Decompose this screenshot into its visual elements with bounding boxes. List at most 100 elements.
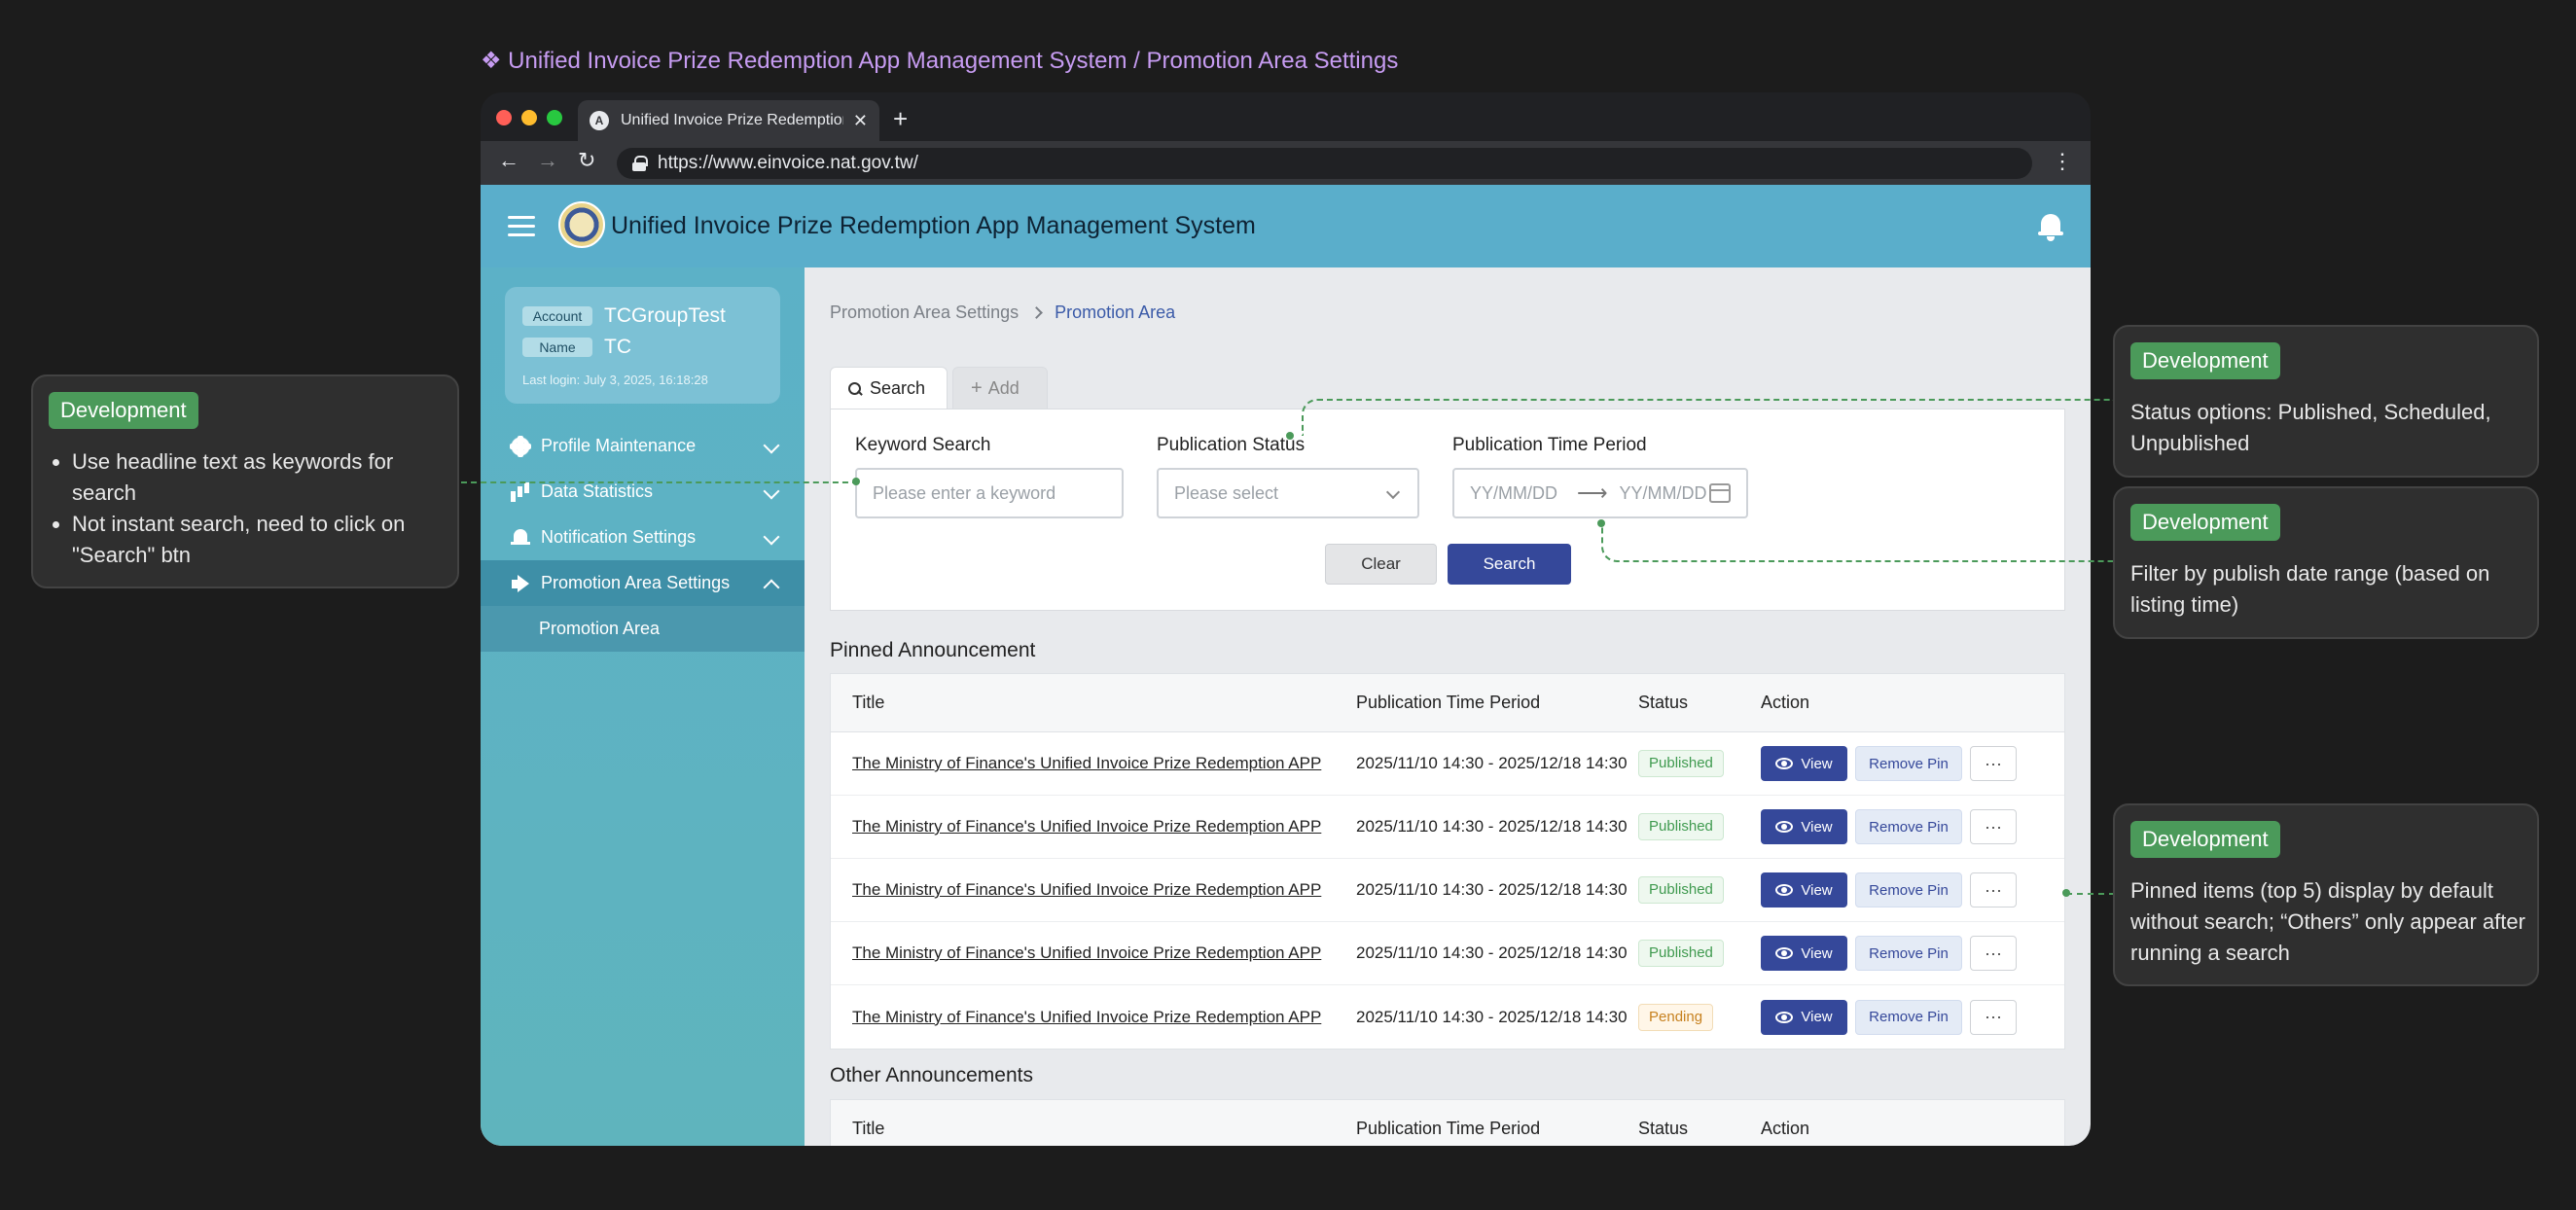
status-badge: Pending [1638,1003,1714,1031]
view-label: View [1801,755,1833,772]
date-range-picker[interactable]: YY/MM/DD ⟶ YY/MM/DD [1452,468,1748,518]
column-action: Action [1761,693,1810,712]
status-badge: Published [1638,750,1724,777]
chevron-down-icon [763,482,780,500]
forward-arrow-icon[interactable]: → [537,148,558,173]
remove-pin-button[interactable]: Remove Pin [1855,936,1962,971]
view-button[interactable]: View [1761,746,1847,781]
row-title-link[interactable]: The Ministry of Finance's Unified Invoic… [852,1008,1321,1026]
view-label: View [1801,1009,1833,1025]
hamburger-menu-icon[interactable] [508,216,535,236]
more-options-button[interactable]: ··· [1970,872,2017,908]
row-title-link[interactable]: The Ministry of Finance's Unified Invoic… [852,880,1321,899]
connector-dot [1286,432,1294,440]
user-card: Account TCGroupTest Name TC Last login: … [505,287,780,404]
more-options-button[interactable]: ··· [1970,999,2017,1035]
pinned-note-connector [2066,893,2115,895]
date-from-placeholder[interactable]: YY/MM/DD [1470,483,1557,504]
row-period: 2025/11/10 14:30 - 2025/12/18 14:30 [1356,754,1628,772]
table-header: Title Publication Time Period Status Act… [831,674,2064,732]
app-viewport: Unified Invoice Prize Redemption App Man… [481,185,2091,1146]
publication-status-select[interactable]: Please select [1157,468,1419,518]
megaphone-icon [510,573,531,594]
more-options-button[interactable]: ··· [1970,936,2017,971]
more-options-button[interactable]: ··· [1970,746,2017,781]
arrow-right-icon: ⟶ [1577,480,1608,505]
browser-tabbar: A Unified Invoice Prize Redemption App M… [481,92,2091,141]
pinned-note: Development Pinned items (top 5) display… [2113,803,2539,986]
sidebar-item-promotion-area-settings[interactable]: Promotion Area Settings [481,560,805,606]
breadcrumb-parent[interactable]: Promotion Area Settings [830,302,1019,323]
sidebar-item-profile-maintenance[interactable]: Profile Maintenance [481,423,805,469]
bar-chart-icon [510,481,531,503]
sidebar-item-label: Data Statistics [541,481,654,501]
chevron-right-icon [1030,306,1043,319]
plus-icon: + [971,377,983,399]
notification-bell-icon[interactable] [2038,212,2063,241]
remove-pin-button[interactable]: Remove Pin [1855,872,1962,908]
view-button[interactable]: View [1761,809,1847,844]
clear-button[interactable]: Clear [1325,544,1437,585]
status-note-text: Status options: Published, Scheduled, Un… [2130,400,2491,455]
keyword-search-input[interactable]: Please enter a keyword [855,468,1124,518]
table-row: The Ministry of Finance's Unified Invoic… [831,922,2064,985]
minimize-window-dot[interactable] [521,110,537,125]
calendar-icon[interactable] [1709,483,1731,503]
status-note: Development Status options: Published, S… [2113,325,2539,478]
search-button[interactable]: Search [1448,544,1571,585]
breadcrumb-current: Promotion Area [1055,302,1176,322]
page-caption: ❖ Unified Invoice Prize Redemption App M… [481,48,1399,74]
keyword-placeholder: Please enter a keyword [873,482,1056,503]
tab-title: Unified Invoice Prize Redemption App Man… [621,112,843,128]
view-button[interactable]: View [1761,872,1847,908]
column-action: Action [1761,1119,1810,1138]
status-badge: Published [1638,940,1724,967]
sidebar-item-data-statistics[interactable]: Data Statistics [481,469,805,515]
date-note-connector [1601,523,2115,562]
tab-add[interactable]: + Add [952,367,1048,409]
close-tab-icon[interactable]: ✕ [853,111,868,131]
close-window-dot[interactable] [496,110,512,125]
row-title-link[interactable]: The Ministry of Finance's Unified Invoic… [852,754,1321,772]
row-title-link[interactable]: The Ministry of Finance's Unified Invoic… [852,817,1321,836]
sidebar-subitem-promotion-area[interactable]: Promotion Area [481,606,805,652]
view-button[interactable]: View [1761,936,1847,971]
sidebar-item-notification-settings[interactable]: Notification Settings [481,515,805,560]
more-options-button[interactable]: ··· [1970,809,2017,844]
account-tag: Account [522,306,592,326]
connector-dot [2062,889,2070,897]
date-to-placeholder[interactable]: YY/MM/DD [1620,483,1707,504]
browser-menu-icon[interactable]: ⋮ [2052,149,2073,174]
chevron-down-icon [763,528,780,546]
period-label: Publication Time Period [1452,435,1647,455]
table-row: The Ministry of Finance's Unified Invoic… [831,796,2064,859]
eye-icon [1775,758,1794,769]
keyword-note-list: Use headline text as keywords for search… [72,446,457,571]
browser-window: A Unified Invoice Prize Redemption App M… [481,92,2091,1146]
chevron-up-icon [763,579,780,596]
connector-dot [852,478,860,485]
column-title: Title [852,693,885,712]
new-tab-icon[interactable]: + [893,104,908,134]
view-button[interactable]: View [1761,999,1847,1035]
back-arrow-icon[interactable]: ← [498,148,519,173]
others-table: Title Publication Time Period Status Act… [830,1099,2065,1146]
browser-tab[interactable]: A Unified Invoice Prize Redemption App M… [578,100,879,141]
table-row: The Ministry of Finance's Unified Invoic… [831,985,2064,1049]
remove-pin-button[interactable]: Remove Pin [1855,999,1962,1035]
search-icon [848,381,862,396]
url-field[interactable]: https://www.einvoice.nat.gov.tw/ [617,148,2032,179]
row-title-link[interactable]: The Ministry of Finance's Unified Invoic… [852,943,1321,962]
reload-icon[interactable]: ↻ [578,148,595,173]
development-badge: Development [49,392,198,429]
column-title: Title [852,1119,885,1138]
row-period: 2025/11/10 14:30 - 2025/12/18 14:30 [1356,817,1628,836]
favicon-icon: A [590,111,609,130]
status-placeholder: Please select [1174,482,1279,503]
tab-search-label: Search [870,378,926,398]
remove-pin-button[interactable]: Remove Pin [1855,809,1962,844]
tab-search[interactable]: Search [830,367,948,409]
status-note-connector [1302,399,2115,436]
maximize-window-dot[interactable] [547,110,562,125]
remove-pin-button[interactable]: Remove Pin [1855,746,1962,781]
